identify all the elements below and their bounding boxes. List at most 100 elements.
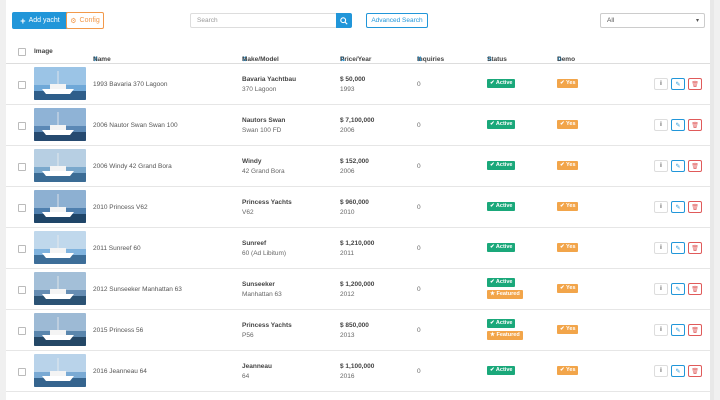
row-checkbox[interactable] (18, 204, 26, 212)
status-badge: ✔ Active (487, 79, 515, 88)
row-checkbox[interactable] (18, 245, 26, 253)
inquiries-count: 0 (417, 81, 421, 88)
info-button[interactable]: i (654, 324, 668, 336)
row-checkbox[interactable] (18, 368, 26, 376)
yacht-year: 2013 (340, 332, 355, 339)
yacht-make: Sunseeker (242, 281, 275, 288)
yacht-price: $ 960,000 (340, 199, 369, 206)
info-button[interactable]: i (654, 365, 668, 377)
row-checkbox[interactable] (18, 163, 26, 171)
yacht-price: $ 152,000 (340, 158, 369, 165)
edit-button[interactable]: ✎ (671, 365, 685, 377)
demo-cell: ✔ Yes (557, 366, 578, 378)
yacht-thumbnail[interactable] (34, 313, 86, 346)
select-all-checkbox[interactable] (18, 48, 26, 56)
yacht-name[interactable]: 2016 Jeanneau 64 (93, 368, 147, 375)
status-badge: ★ Featured (487, 331, 523, 340)
table-row[interactable]: 1993 Bavaria 370 Lagoon Bavaria Yachtbau… (6, 64, 714, 105)
config-button[interactable]: ⚙ Config (66, 12, 104, 29)
edit-button[interactable]: ✎ (671, 78, 685, 90)
yacht-year: 2006 (340, 127, 355, 134)
search-icon (340, 16, 348, 25)
pencil-icon: ✎ (675, 286, 681, 293)
yacht-make: Nautors Swan (242, 117, 286, 124)
delete-button[interactable]: 🗑 (688, 283, 702, 295)
delete-button[interactable]: 🗑 (688, 201, 702, 213)
status-cell: ✔ Active (487, 79, 515, 91)
status-cell: ✔ Active (487, 202, 515, 214)
trash-icon: 🗑 (691, 204, 699, 211)
demo-badge: ✔ Yes (557, 161, 578, 170)
table-row[interactable]: 2011 Sunreef 60 Sunreef 60 (Ad Libitum) … (6, 228, 714, 269)
yacht-thumbnail[interactable] (34, 190, 86, 223)
edit-button[interactable]: ✎ (671, 160, 685, 172)
inquiries-count: 0 (417, 327, 421, 334)
edit-button[interactable]: ✎ (671, 119, 685, 131)
yacht-name[interactable]: 2011 Sunreef 60 (93, 245, 141, 252)
yacht-price: $ 1,210,000 (340, 240, 375, 247)
trash-icon: 🗑 (691, 286, 699, 293)
demo-badge: ✔ Yes (557, 120, 578, 129)
scrollbar[interactable] (710, 0, 714, 400)
plus-icon: + (20, 15, 26, 26)
info-button[interactable]: i (654, 201, 668, 213)
demo-cell: ✔ Yes (557, 120, 578, 132)
row-checkbox[interactable] (18, 122, 26, 130)
delete-button[interactable]: 🗑 (688, 242, 702, 254)
search-input[interactable]: Search (190, 13, 337, 28)
chevron-down-icon: ▾ (695, 18, 699, 24)
search-button[interactable] (336, 13, 352, 28)
info-button[interactable]: i (654, 119, 668, 131)
delete-button[interactable]: 🗑 (688, 324, 702, 336)
delete-button[interactable]: 🗑 (688, 365, 702, 377)
yacht-thumbnail[interactable] (34, 149, 86, 182)
delete-button[interactable]: 🗑 (688, 160, 702, 172)
yacht-name[interactable]: 1993 Bavaria 370 Lagoon (93, 81, 167, 88)
info-icon: i (660, 245, 662, 251)
gear-icon: ⚙ (70, 17, 77, 25)
yacht-thumbnail[interactable] (34, 108, 86, 141)
inquiries-count: 0 (417, 286, 421, 293)
table-row[interactable]: 2006 Windy 42 Grand Bora Windy 42 Grand … (6, 146, 714, 187)
status-cell: ✔ Active (487, 161, 515, 173)
yacht-name[interactable]: 2012 Sunseeker Manhattan 63 (93, 286, 182, 293)
yacht-thumbnail[interactable] (34, 272, 86, 305)
row-checkbox[interactable] (18, 81, 26, 89)
yacht-name[interactable]: 2006 Windy 42 Grand Bora (93, 163, 172, 170)
yacht-list-panel: + Add yacht ⚙ Config Search Advanced Sea… (6, 0, 714, 400)
add-yacht-button[interactable]: + Add yacht (12, 12, 68, 29)
info-icon: i (660, 204, 662, 210)
row-checkbox[interactable] (18, 327, 26, 335)
table-row[interactable]: 2006 Nautor Swan Swan 100 Nautors Swan S… (6, 105, 714, 146)
edit-button[interactable]: ✎ (671, 242, 685, 254)
yacht-name[interactable]: 2010 Princess V62 (93, 204, 148, 211)
row-checkbox[interactable] (18, 286, 26, 294)
info-button[interactable]: i (654, 242, 668, 254)
info-button[interactable]: i (654, 160, 668, 172)
inquiries-count: 0 (417, 368, 421, 375)
edit-button[interactable]: ✎ (671, 201, 685, 213)
table-row[interactable]: 2010 Princess V62 Princess Yachts V62 $ … (6, 187, 714, 228)
status-filter-select[interactable]: All ▾ (600, 13, 705, 28)
yacht-thumbnail[interactable] (34, 67, 86, 100)
yacht-thumbnail[interactable] (34, 231, 86, 264)
edit-button[interactable]: ✎ (671, 324, 685, 336)
yacht-thumbnail[interactable] (34, 354, 86, 387)
advanced-search-button[interactable]: Advanced Search (366, 13, 428, 28)
delete-button[interactable]: 🗑 (688, 78, 702, 90)
table-row[interactable]: 2015 Princess 56 Princess Yachts P56 $ 8… (6, 310, 714, 351)
yacht-year: 2016 (340, 373, 355, 380)
yacht-name[interactable]: 2015 Princess 56 (93, 327, 143, 334)
delete-button[interactable]: 🗑 (688, 119, 702, 131)
yacht-name[interactable]: 2006 Nautor Swan Swan 100 (93, 122, 178, 129)
edit-button[interactable]: ✎ (671, 283, 685, 295)
pencil-icon: ✎ (675, 81, 681, 88)
demo-cell: ✔ Yes (557, 161, 578, 173)
table-row[interactable]: 2016 Jeanneau 64 Jeanneau 64 $ 1,100,000… (6, 351, 714, 392)
info-button[interactable]: i (654, 283, 668, 295)
table-row[interactable]: 2012 Sunseeker Manhattan 63 Sunseeker Ma… (6, 269, 714, 310)
info-button[interactable]: i (654, 78, 668, 90)
pencil-icon: ✎ (675, 327, 681, 334)
info-icon: i (660, 81, 662, 87)
inquiries-count: 0 (417, 163, 421, 170)
